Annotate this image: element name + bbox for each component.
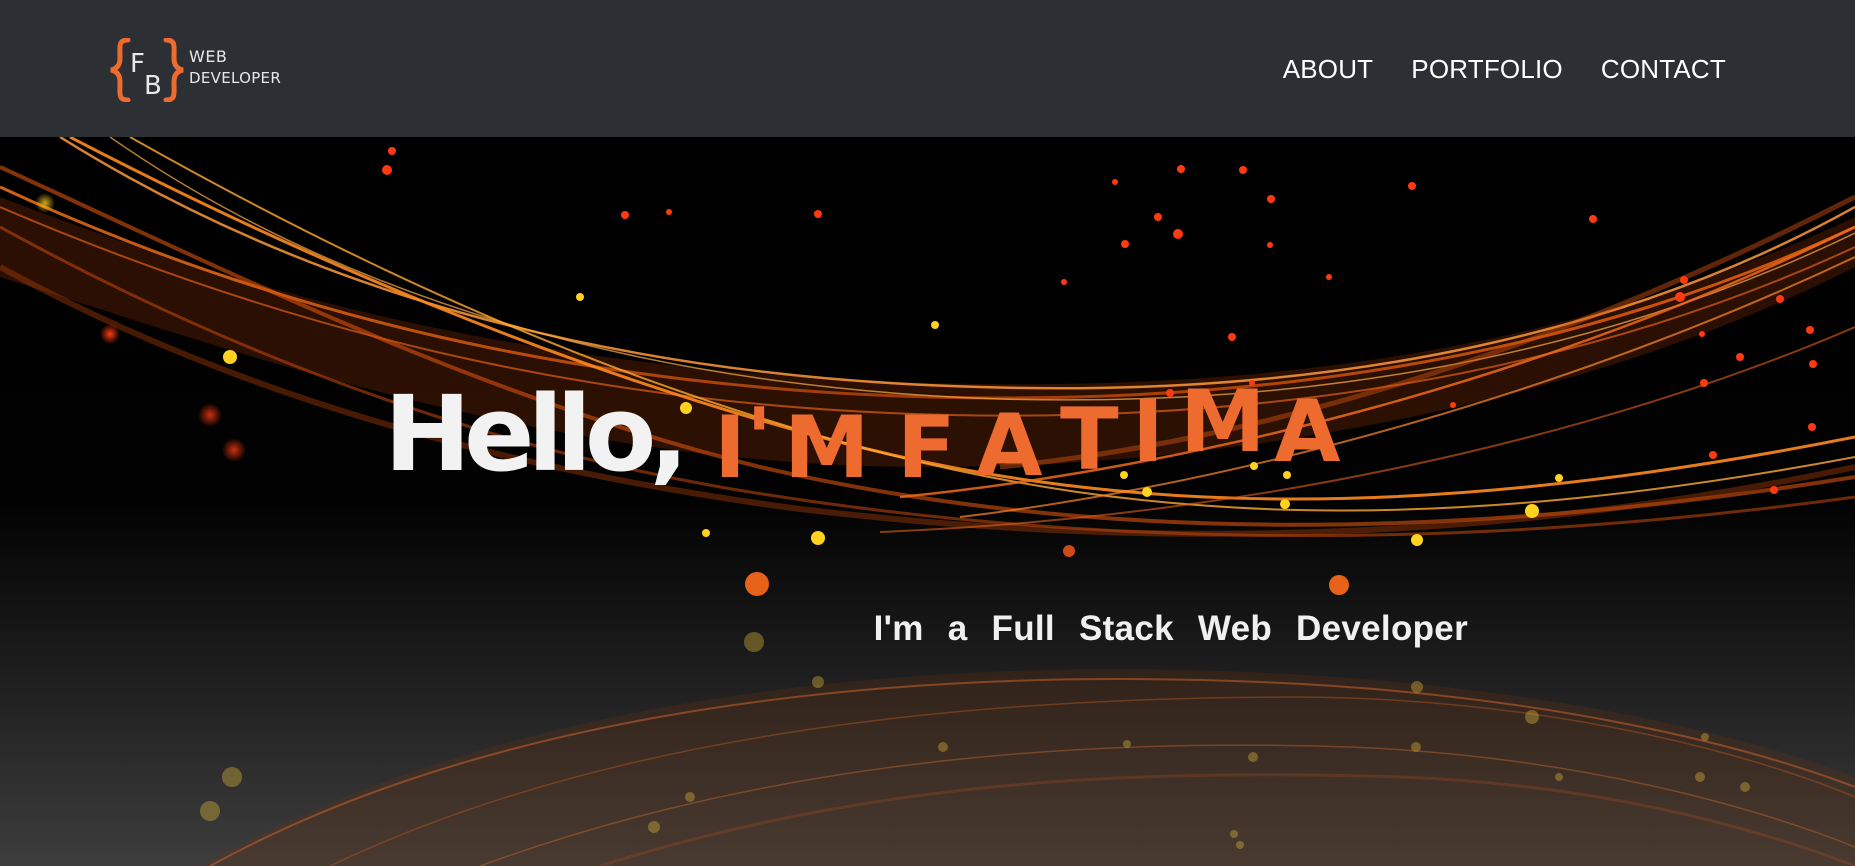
hero-subtitle: I'm a Full Stack Web Developer (873, 609, 1468, 648)
name-letter: M (1180, 372, 1266, 472)
greeting-text: Hello, (384, 373, 689, 495)
logo-brace-icon: F B (110, 38, 184, 102)
logo[interactable]: F B WEB DEVELOPER (110, 38, 300, 102)
logo-monogram-b: B (144, 71, 162, 101)
name-letter: ' (746, 390, 773, 490)
logo-line-2: DEVELOPER (189, 69, 282, 87)
logo-monogram-f: F (130, 49, 145, 79)
name-letter: A (976, 396, 1043, 496)
nav-about[interactable]: ABOUT (1283, 53, 1374, 85)
navbar: F B WEB DEVELOPER ABOUT PORTFOLIO CONTAC… (0, 0, 1855, 137)
hero-section: Hello, I ' M F A T I M A Hello, I ' M F … (0, 137, 1855, 866)
main-nav: ABOUT PORTFOLIO CONTACT (1283, 53, 1726, 85)
logo-line-1: WEB (189, 47, 228, 66)
name-letter: F (897, 398, 956, 498)
name-letter: T (1060, 390, 1119, 490)
nav-portfolio[interactable]: PORTFOLIO (1411, 53, 1563, 85)
name-letter: A (1274, 382, 1341, 482)
name-letter: I (714, 398, 746, 498)
nav-contact[interactable]: CONTACT (1601, 53, 1726, 85)
page: F B WEB DEVELOPER ABOUT PORTFOLIO CONTAC… (0, 0, 1855, 866)
name-letter: M (784, 398, 870, 498)
name-letter: I (1132, 382, 1164, 482)
